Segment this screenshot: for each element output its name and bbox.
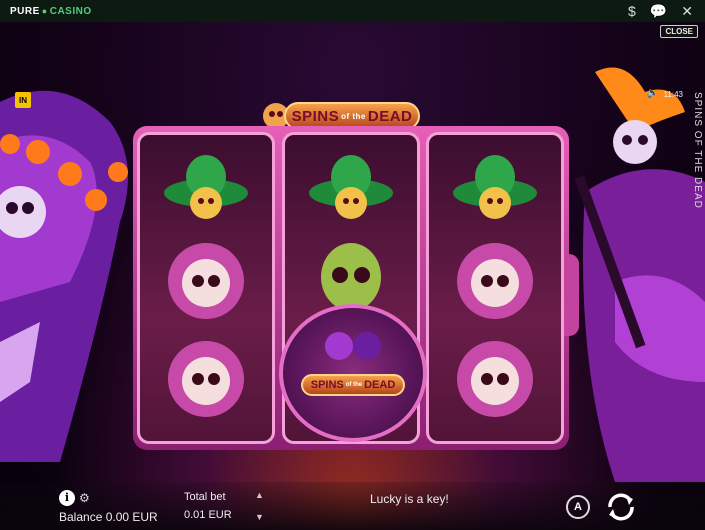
bet-decrease-icon[interactable]: ▼ — [255, 512, 264, 522]
autoplay-button[interactable]: A — [566, 495, 590, 519]
characters-icon — [325, 332, 381, 360]
brand-dot-icon: ● — [41, 6, 48, 16]
status-message: Lucky is a key! — [370, 492, 449, 506]
flower-skull-symbol — [457, 341, 533, 417]
brand-logo: PURE ● CASINO — [10, 6, 92, 17]
spin-button[interactable] — [602, 488, 640, 526]
clock-display: 11:43 — [663, 90, 683, 99]
flower-skull-symbol — [168, 341, 244, 417]
brand-prefix: PURE — [10, 5, 40, 17]
scatter-word-of: of the — [345, 382, 363, 388]
total-bet-label: Total bet — [184, 491, 226, 503]
gear-icon[interactable]: ⚙ — [79, 491, 90, 505]
balance-display: Balance 0.00 EUR — [59, 510, 158, 524]
top-bar: PURE ● CASINO $ 💬 ✕ — [0, 0, 705, 22]
info-icon[interactable]: i — [59, 490, 75, 506]
sombrero-skull-symbol — [164, 155, 248, 219]
badge-icon: IN — [15, 92, 31, 108]
reel-side-tab — [563, 254, 579, 336]
close-button[interactable]: CLOSE — [660, 25, 698, 38]
close-x-icon[interactable]: ✕ — [681, 3, 693, 20]
game-stage: IN CLOSE 🔈 11:43 SPINS OF THE DEAD SPINS… — [0, 22, 705, 530]
chat-icon[interactable]: 💬 — [650, 3, 667, 20]
reel-1 — [137, 132, 275, 444]
scatter-word-dead: DEAD — [364, 379, 396, 391]
title-word-spins: SPINS — [291, 107, 340, 125]
flower-skull-symbol — [457, 243, 533, 319]
reel-3 — [426, 132, 564, 444]
vertical-game-title: SPINS OF THE DEAD — [692, 92, 703, 209]
total-bet-value: 0.01 EUR — [184, 509, 232, 521]
speaker-icon[interactable]: 🔈 — [647, 88, 659, 99]
scatter-symbol: SPINS of the DEAD — [279, 304, 427, 442]
brand-suffix: CASINO — [49, 5, 92, 17]
sombrero-skull-symbol — [453, 155, 537, 219]
title-word-dead: DEAD — [367, 107, 413, 125]
scatter-title-plate: SPINS of the DEAD — [301, 374, 405, 396]
left-character-art — [0, 90, 128, 462]
flower-skull-symbol — [168, 243, 244, 319]
bet-increase-icon[interactable]: ▲ — [255, 490, 264, 500]
title-word-of: of the — [341, 111, 366, 121]
dollar-icon[interactable]: $ — [628, 3, 636, 20]
scatter-word-spins: SPINS — [310, 379, 344, 391]
sombrero-skull-symbol — [309, 155, 393, 219]
